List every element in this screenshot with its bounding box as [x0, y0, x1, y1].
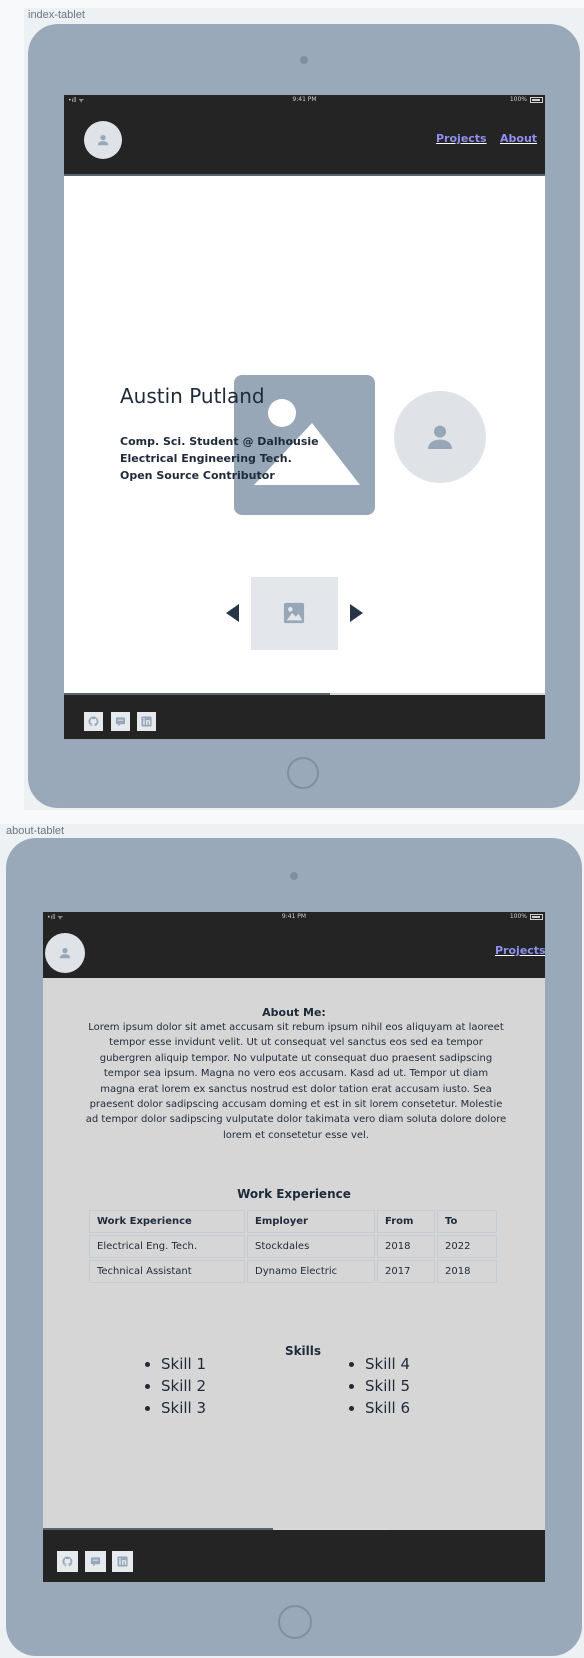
table-cell: 2017: [377, 1260, 435, 1283]
about-title: About Me:: [262, 1006, 326, 1019]
battery-percent: 100%: [509, 913, 527, 920]
battery-icon: [530, 914, 543, 920]
profile-avatar-large: [394, 391, 486, 483]
hero-name: Austin Putland: [120, 384, 265, 408]
linkedin-icon[interactable]: [112, 1551, 133, 1572]
skills-list-right: Skill 4 Skill 5 Skill 6: [347, 1353, 410, 1419]
image-placeholder-icon: [283, 602, 305, 624]
table-cell: Stockdales: [247, 1235, 375, 1258]
arrow-right-icon[interactable]: [349, 604, 363, 622]
nav-link-projects[interactable]: Projects: [436, 132, 487, 145]
table-cell: 2018: [377, 1235, 435, 1258]
footer: [64, 695, 545, 739]
frame-label: index-tablet: [28, 9, 85, 21]
table-cell: Electrical Eng. Tech.: [89, 1235, 245, 1258]
table-cell: Dynamo Electric: [247, 1260, 375, 1283]
list-item: Skill 4: [365, 1353, 410, 1375]
table-row: Technical Assistant Dynamo Electric 2017…: [89, 1260, 497, 1283]
signal-indicator: •ıll ᯤ: [47, 914, 63, 921]
person-icon: [97, 135, 109, 146]
hero-line-1: Comp. Sci. Student @ Dalhousie: [120, 435, 319, 448]
tablet-device: •ıll ᯤ 9:41 PM 100% Projects About Me: L…: [6, 838, 582, 1656]
list-item: Skill 2: [161, 1375, 206, 1397]
footer: [43, 1530, 545, 1582]
table-header-row: Work Experience Employer From To: [89, 1210, 497, 1233]
github-icon[interactable]: [84, 712, 103, 731]
table-header: From: [377, 1210, 435, 1233]
chat-icon[interactable]: [85, 1551, 106, 1572]
battery-percent: 100%: [509, 96, 527, 103]
table-header: To: [437, 1210, 497, 1233]
tablet-screen: •ıll ᯤ 9:41 PM 100% Projects About Austi…: [64, 95, 545, 739]
camera: [290, 872, 298, 880]
table-row: Electrical Eng. Tech. Stockdales 2018 20…: [89, 1235, 497, 1258]
about-body: Lorem ipsum dolor sit amet accusam sit r…: [85, 1022, 507, 1141]
table-cell: Technical Assistant: [89, 1260, 245, 1283]
linkedin-icon[interactable]: [137, 712, 156, 731]
table-cell: 2022: [437, 1235, 497, 1258]
work-experience-title: Work Experience: [237, 1187, 351, 1201]
list-item: Skill 3: [161, 1397, 206, 1419]
status-time: 9:41 PM: [281, 913, 307, 920]
status-time: 9:41 PM: [292, 96, 317, 103]
list-item: Skill 5: [365, 1375, 410, 1397]
skills-title: Skills: [284, 1344, 322, 1358]
nav-link-about[interactable]: About: [500, 132, 537, 145]
work-experience-table: Work Experience Employer From To Electri…: [87, 1208, 499, 1285]
status-bar: •ıll ᯤ 9:41 PM 100%: [64, 95, 545, 105]
hero-line-2: Electrical Engineering Tech.: [120, 452, 292, 465]
profile-avatar[interactable]: [45, 933, 85, 973]
table-header: Work Experience: [89, 1210, 245, 1233]
profile-avatar[interactable]: [84, 121, 122, 159]
hero-line-3: Open Source Contributor: [120, 469, 275, 482]
github-icon[interactable]: [57, 1551, 78, 1572]
home-button[interactable]: [287, 757, 319, 789]
table-cell: 2018: [437, 1260, 497, 1283]
home-button[interactable]: [278, 1605, 312, 1639]
list-item: Skill 1: [161, 1353, 206, 1375]
tablet-device: •ıll ᯤ 9:41 PM 100% Projects About Austi…: [28, 24, 580, 808]
skills-list-left: Skill 1 Skill 2 Skill 3: [143, 1353, 206, 1419]
nav-link-projects[interactable]: Projects: [495, 944, 545, 957]
chat-icon[interactable]: [111, 712, 130, 731]
person-icon: [59, 948, 71, 959]
navbar: Projects About: [64, 105, 545, 174]
arrow-left-icon[interactable]: [226, 604, 240, 622]
navbar: Projects: [43, 922, 545, 978]
tablet-screen: •ıll ᯤ 9:41 PM 100% Projects About Me: L…: [43, 912, 545, 1582]
table-header: Employer: [247, 1210, 375, 1233]
signal-indicator: •ıll ᯤ: [68, 97, 84, 104]
status-bar: •ıll ᯤ 9:41 PM 100%: [43, 912, 545, 922]
frame-label: about-tablet: [6, 825, 65, 837]
carousel-image[interactable]: [251, 577, 338, 650]
camera: [300, 56, 308, 64]
battery-icon: [530, 97, 543, 103]
person-icon: [428, 425, 452, 449]
list-item: Skill 6: [365, 1397, 410, 1419]
nav-divider: [64, 174, 545, 176]
